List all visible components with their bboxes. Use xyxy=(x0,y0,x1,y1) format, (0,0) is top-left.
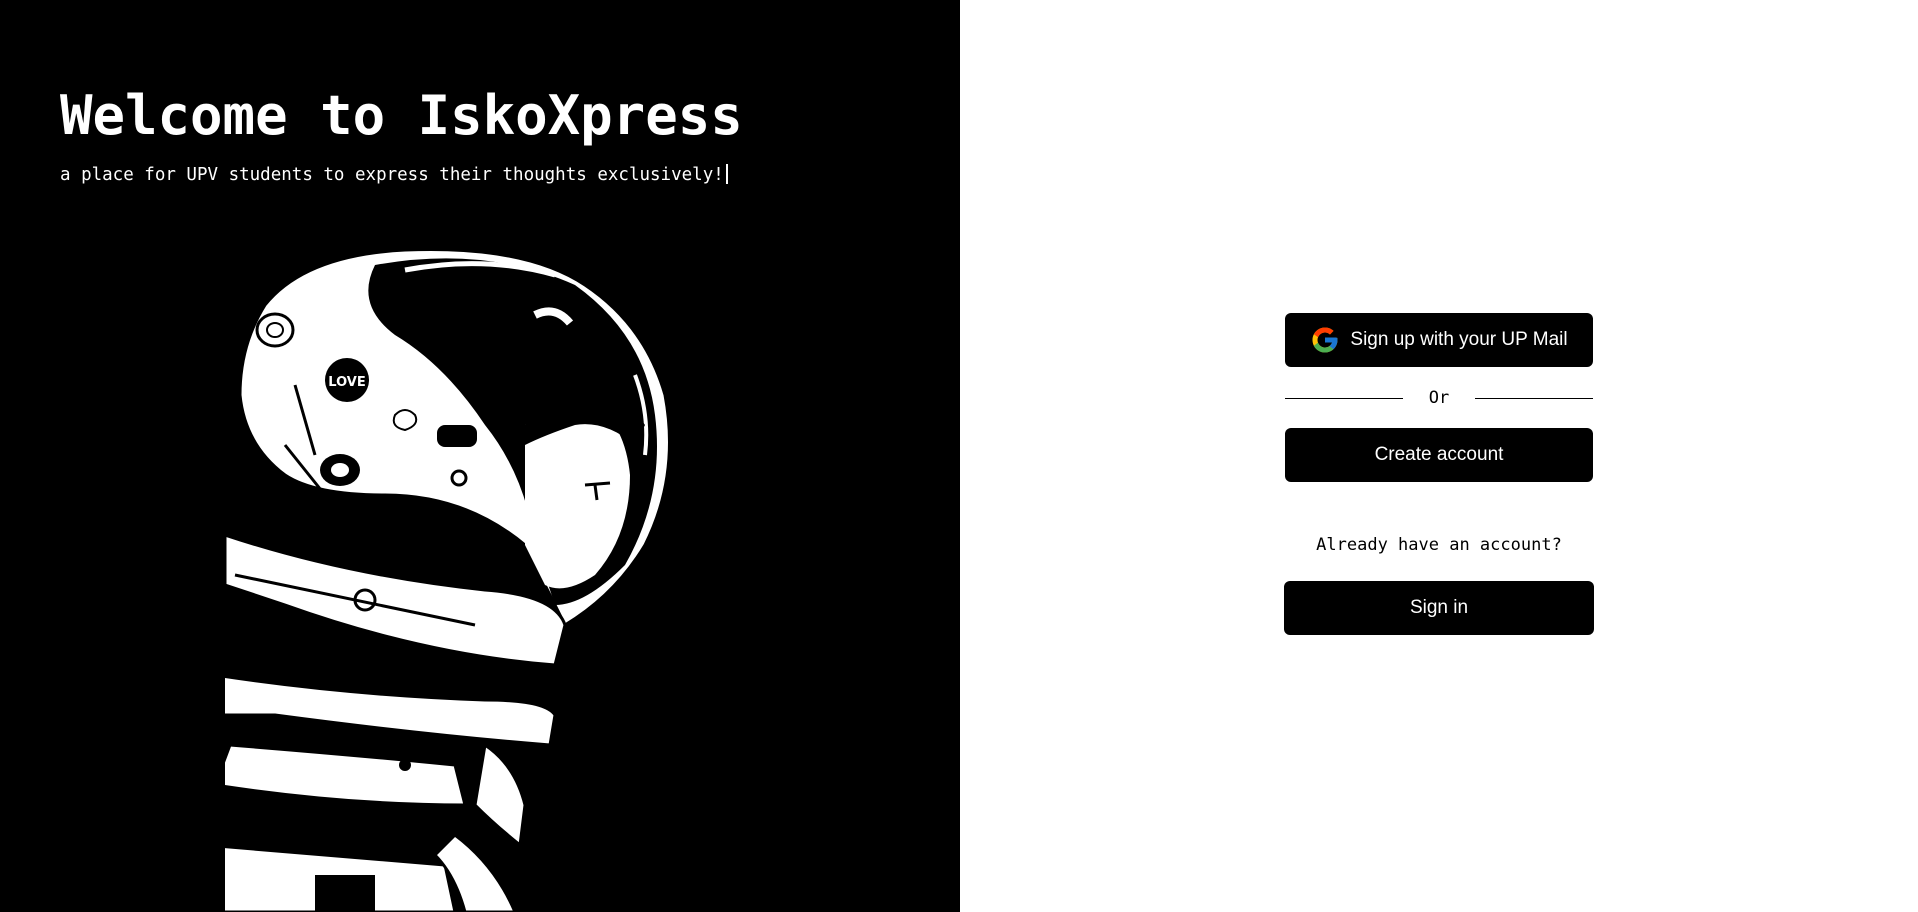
create-account-button[interactable]: Create account xyxy=(1285,428,1593,482)
divider-line-right xyxy=(1475,397,1593,399)
hero-subtitle-text: a place for UPV students to express thei… xyxy=(60,165,724,185)
divider-label: Or xyxy=(1428,388,1450,408)
sign-in-button[interactable]: Sign in xyxy=(1284,581,1594,635)
love-sticker-text: LOVE xyxy=(328,375,365,390)
hero-title: Welcome to IskoXpress xyxy=(60,84,743,147)
auth-panel: Sign up with your UP Mail Or Create acco… xyxy=(960,0,1918,912)
typing-caret xyxy=(725,164,728,184)
google-signup-label: Sign up with your UP Mail xyxy=(1350,329,1568,350)
google-icon xyxy=(1312,327,1338,353)
already-have-account-text: Already have an account? xyxy=(1316,535,1562,555)
hero-panel: Welcome to IskoXpress a place for UPV st… xyxy=(0,0,960,912)
astronaut-illustration: LOVE xyxy=(225,247,671,912)
hero-subtitle: a place for UPV students to express thei… xyxy=(60,164,728,185)
landing-page: Welcome to IskoXpress a place for UPV st… xyxy=(0,0,1918,912)
google-signup-button[interactable]: Sign up with your UP Mail xyxy=(1285,313,1593,367)
divider-line-left xyxy=(1285,397,1403,399)
or-divider: Or xyxy=(1285,386,1593,410)
